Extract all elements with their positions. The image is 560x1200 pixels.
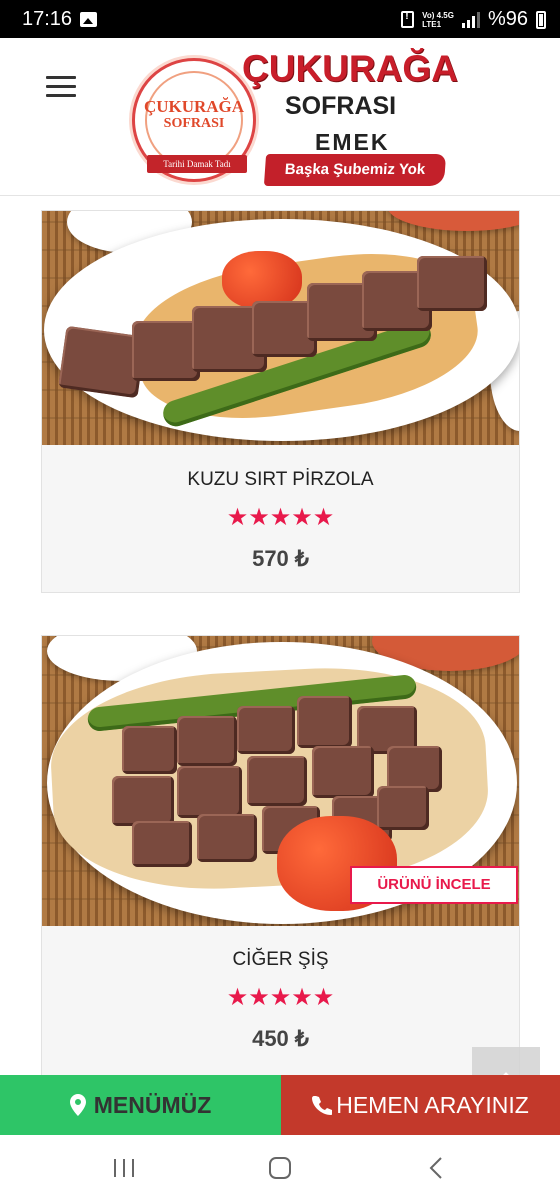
review-product-button[interactable]: ÜRÜNÜ İNCELE <box>350 866 518 904</box>
status-icons: Vo) 4.5G LTE1 %96 <box>401 8 546 31</box>
product-card[interactable]: KUZU SIRT PİRZOLA ★★★★★ 570 ₺ <box>41 210 520 593</box>
network-indicator: Vo) 4.5G LTE1 <box>422 11 454 29</box>
bottom-action-bar: MENÜMÜZ HEMEN ARAYINIZ <box>0 1075 560 1135</box>
logo-badge-title: ÇUKURAĞA <box>143 97 245 116</box>
menu-button-label: MENÜMÜZ <box>93 1091 212 1118</box>
logo-branch-name: EMEK <box>315 129 390 155</box>
home-icon[interactable] <box>268 1156 292 1180</box>
product-name[interactable]: CİĞER ŞİŞ <box>42 949 519 971</box>
logo-title: ÇUKURAĞA <box>242 48 458 89</box>
site-header: ÇUKURAĞA SOFRASI Tarihi Damak Tadı ÇUKUR… <box>0 38 560 196</box>
logo-subtitle: SOFRASI <box>285 92 397 120</box>
recent-apps-icon[interactable] <box>112 1157 136 1179</box>
phone-icon <box>312 1096 333 1115</box>
battery-percent: %96 <box>487 8 528 30</box>
product-rating-stars: ★★★★★ <box>226 984 335 1011</box>
call-button[interactable]: HEMEN ARAYINIZ <box>281 1075 560 1135</box>
logo-badge-ribbon: Tarihi Damak Tadı <box>147 155 247 173</box>
site-logo[interactable]: ÇUKURAĞA SOFRASI Tarihi Damak Tadı ÇUKUR… <box>130 44 458 189</box>
product-price: 570 ₺ <box>252 546 309 571</box>
status-time: 17:16 <box>22 8 73 30</box>
network-sub: LTE1 <box>422 19 442 29</box>
gallery-notification-icon <box>80 12 97 27</box>
menu-button[interactable]: MENÜMÜZ <box>0 1075 281 1135</box>
network-type: Vo) 4.5G <box>422 10 454 20</box>
map-pin-icon <box>69 1094 86 1116</box>
logo-badge-subtitle: SOFRASI <box>163 116 225 131</box>
call-button-label: HEMEN ARAYINIZ <box>336 1091 529 1118</box>
product-price: 450 ₺ <box>252 1026 309 1051</box>
product-name[interactable]: KUZU SIRT PİRZOLA <box>42 469 519 491</box>
product-list: KUZU SIRT PİRZOLA ★★★★★ 570 ₺ ÜRÜNÜ İNCE… <box>0 197 560 1075</box>
system-navigation-bar <box>0 1135 560 1200</box>
logo-branch-note: Başka Şubemiz Yok <box>263 154 447 186</box>
product-card[interactable]: ÜRÜNÜ İNCELE CİĞER ŞİŞ ★★★★★ 450 ₺ <box>41 635 520 1075</box>
status-bar: 17:16 Vo) 4.5G LTE1 %96 <box>0 0 560 38</box>
product-rating-stars: ★★★★★ <box>226 504 335 531</box>
sim-alert-icon <box>401 10 415 28</box>
back-icon[interactable] <box>428 1156 444 1180</box>
product-image[interactable] <box>42 211 519 445</box>
battery-icon <box>536 10 546 29</box>
signal-icon <box>461 11 480 28</box>
logo-badge: ÇUKURAĞA SOFRASI Tarihi Damak Tadı <box>132 58 256 182</box>
hamburger-menu-icon[interactable] <box>46 76 76 100</box>
